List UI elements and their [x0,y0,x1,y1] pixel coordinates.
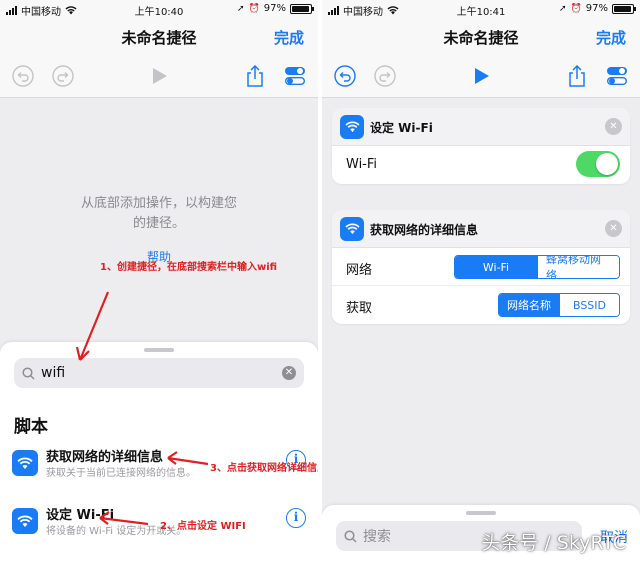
left-screen: 中国移动 上午10:40 ➚ ⏰ 97% 未命名捷径 完成 从底部添加操作，以构… [0,0,318,565]
segment-cellular[interactable]: 蜂窝移动网络 [537,256,619,278]
wifi-icon [340,217,364,241]
alarm-icon: ⏰ [570,3,582,14]
battery-percent: 97% [585,3,608,14]
wifi-toggle-row: Wi-Fi [332,146,630,184]
status-bar: 中国移动 上午10:41 ➚ ⏰ 97% [322,0,640,18]
toolbar [322,54,640,98]
play-icon [475,68,489,84]
toggles-icon [607,67,628,85]
annotation-step-1: 1、创建捷径，在底部搜索栏中输入wifi [100,262,278,273]
row-label: 网络 [346,263,373,278]
get-segmented-control: 网络名称 BSSID [498,293,620,317]
get-row: 获取 网络名称 BSSID [332,286,630,324]
toggle-knob [596,153,618,175]
right-screen: 中国移动 上午10:41 ➚ ⏰ 97% 未命名捷径 完成 设定 Wi-Fi ✕… [322,0,640,565]
battery-icon [612,3,636,14]
undo-icon [334,65,356,87]
settings-toggle-button[interactable] [606,65,628,87]
location-icon: ➚ [559,3,567,14]
remove-action-button[interactable]: ✕ [605,118,622,135]
nav-bar: 未命名捷径 完成 [322,18,640,54]
annotation-step-3: 3、点击获取网络详细信息 [210,463,318,474]
redo-icon [374,65,396,87]
card-header: 获取网络的详细信息 ✕ [332,210,630,248]
card-title: 获取网络的详细信息 [370,223,479,237]
redo-button[interactable] [374,65,396,87]
card-title: 设定 Wi-Fi [370,121,433,135]
row-label: 获取 [346,301,373,316]
page-title: 未命名捷径 [443,29,519,47]
undo-button[interactable] [334,65,356,87]
segment-wifi[interactable]: Wi-Fi [455,256,537,278]
share-icon [569,65,585,87]
action-card-set-wifi: 设定 Wi-Fi ✕ Wi-Fi [332,108,630,184]
action-card-get-network-details: 获取网络的详细信息 ✕ 网络 Wi-Fi 蜂窝移动网络 获取 网络名称 BSSI… [332,210,630,324]
annotation-step-2: 2、点击设定 WIFI [160,521,246,532]
annotation-arrows [75,291,209,526]
search-icon [344,529,357,543]
wifi-icon [340,115,364,139]
row-label: Wi-Fi [346,157,378,172]
segment-network-name[interactable]: 网络名称 [499,294,559,316]
card-header: 设定 Wi-Fi ✕ [332,108,630,146]
wifi-toggle[interactable] [576,151,620,177]
done-button[interactable]: 完成 [596,27,626,48]
share-button[interactable] [566,65,588,87]
network-segmented-control: Wi-Fi 蜂窝移动网络 [454,255,620,279]
sheet-grabber[interactable] [466,511,496,515]
run-button[interactable] [470,65,492,87]
watermark: 头条号 / SkyRTC [481,532,626,554]
search-placeholder: 搜索 [363,529,391,545]
remove-action-button[interactable]: ✕ [605,220,622,237]
segment-bssid[interactable]: BSSID [559,294,619,316]
network-row: 网络 Wi-Fi 蜂窝移动网络 [332,248,630,286]
